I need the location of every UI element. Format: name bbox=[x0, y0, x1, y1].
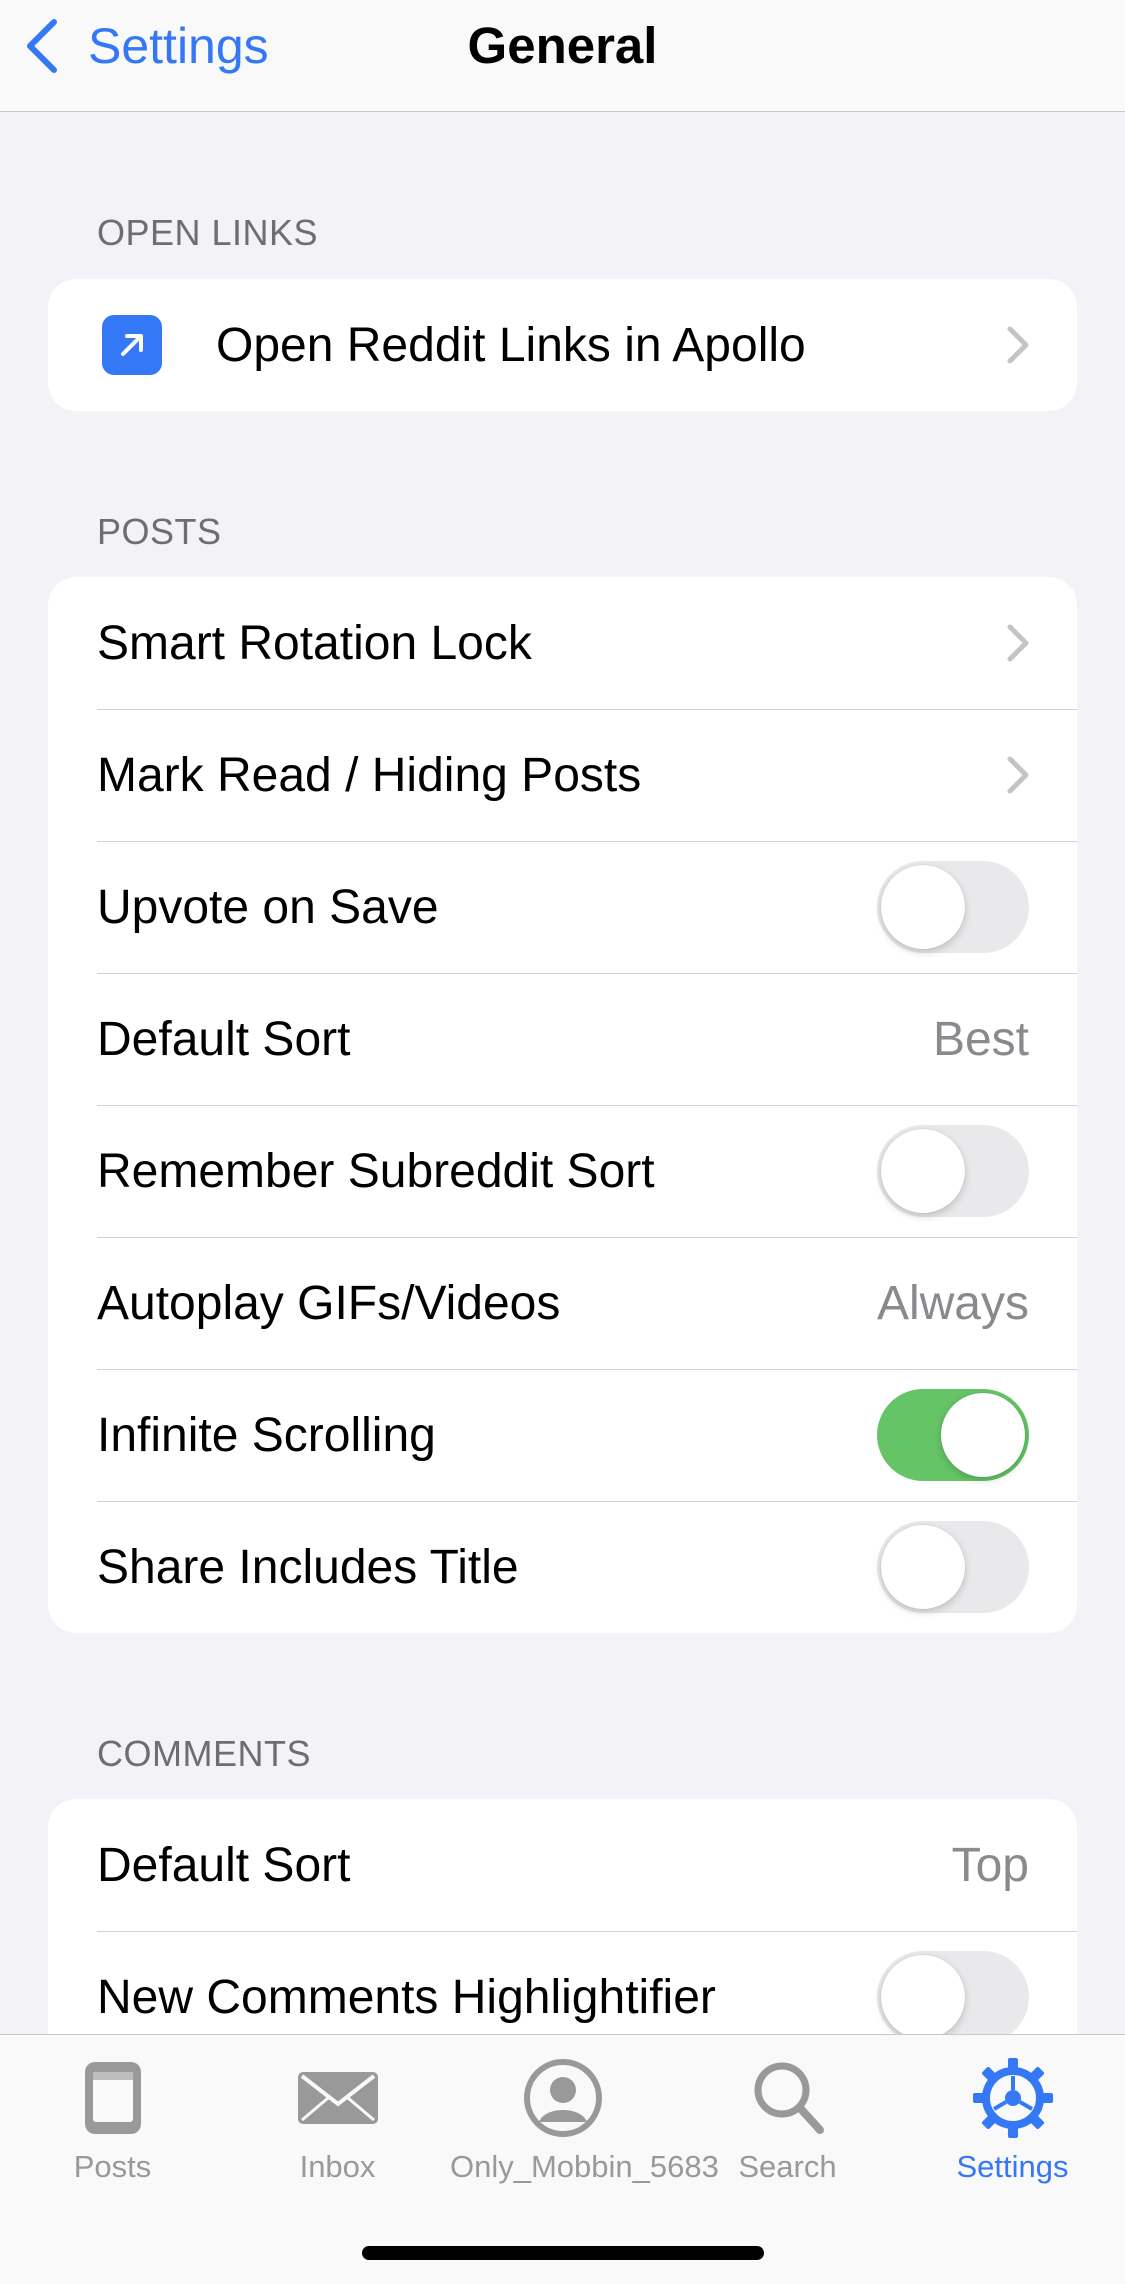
search-icon bbox=[675, 2053, 900, 2143]
smart-rotation-lock-row[interactable]: Smart Rotation Lock bbox=[48, 577, 1077, 709]
share-includes-title-toggle[interactable] bbox=[877, 1521, 1029, 1613]
posts-icon bbox=[0, 2053, 225, 2143]
profile-icon bbox=[450, 2053, 675, 2143]
settings-gear-icon bbox=[900, 2053, 1125, 2143]
comments-default-sort-row[interactable]: Default Sort Top bbox=[48, 1799, 1077, 1931]
autoplay-gifs-videos-row[interactable]: Autoplay GIFs/Videos Always bbox=[48, 1237, 1077, 1369]
toggle-knob bbox=[881, 1129, 965, 1213]
infinite-scrolling-toggle[interactable] bbox=[877, 1389, 1029, 1481]
arrow-up-right-icon bbox=[102, 315, 162, 375]
tab-label: Only_Mobbin_5683 bbox=[450, 2149, 719, 2184]
inbox-icon bbox=[225, 2053, 450, 2143]
home-indicator bbox=[362, 2246, 764, 2260]
tab-posts[interactable]: Posts bbox=[0, 2053, 225, 2185]
tab-inbox[interactable]: Inbox bbox=[225, 2053, 450, 2185]
chevron-right-icon bbox=[1007, 756, 1029, 794]
row-label: Default Sort bbox=[97, 1838, 351, 1892]
chevron-right-icon bbox=[1007, 326, 1029, 364]
section-header-posts: POSTS bbox=[97, 511, 222, 552]
page-title: General bbox=[467, 17, 658, 74]
tab-label: Posts bbox=[73, 2149, 152, 2184]
default-sort-value: Best bbox=[932, 1012, 1029, 1066]
section-header-comments: COMMENTS bbox=[97, 1733, 311, 1774]
tab-search[interactable]: Search bbox=[675, 2053, 900, 2185]
default-sort-value: Top bbox=[951, 1838, 1029, 1892]
row-label: Mark Read / Hiding Posts bbox=[97, 748, 642, 802]
tab-settings[interactable]: Settings bbox=[900, 2053, 1125, 2185]
comments-group: Default Sort Top New Comments Highlighti… bbox=[48, 1799, 1077, 2063]
posts-default-sort-row[interactable]: Default Sort Best bbox=[48, 973, 1077, 1105]
posts-group: Smart Rotation Lock Mark Read / Hiding P… bbox=[48, 577, 1077, 1633]
remember-subreddit-sort-row: Remember Subreddit Sort bbox=[48, 1105, 1077, 1237]
row-label: Default Sort bbox=[97, 1012, 351, 1066]
autoplay-value: Always bbox=[876, 1276, 1029, 1330]
chevron-right-icon bbox=[1007, 624, 1029, 662]
upvote-on-save-row: Upvote on Save bbox=[48, 841, 1077, 973]
new-comments-highlightifier-toggle[interactable] bbox=[877, 1951, 1029, 2043]
tab-label: Settings bbox=[956, 2149, 1069, 2184]
tab-label: Search bbox=[738, 2149, 837, 2184]
share-includes-title-row: Share Includes Title bbox=[48, 1501, 1077, 1633]
toggle-knob bbox=[881, 1955, 965, 2039]
tab-label: Inbox bbox=[299, 2149, 376, 2184]
mark-read-hiding-posts-row[interactable]: Mark Read / Hiding Posts bbox=[48, 709, 1077, 841]
row-label: Open Reddit Links in Apollo bbox=[216, 318, 806, 372]
open-reddit-links-row[interactable]: Open Reddit Links in Apollo bbox=[48, 279, 1077, 411]
navigation-bar: Settings General bbox=[0, 0, 1125, 112]
remember-subreddit-sort-toggle[interactable] bbox=[877, 1125, 1029, 1217]
section-header-open-links: OPEN LINKS bbox=[97, 212, 319, 253]
row-label: Infinite Scrolling bbox=[97, 1408, 436, 1462]
tab-profile[interactable]: Only_Mobbin_5683 bbox=[450, 2053, 719, 2185]
toggle-knob bbox=[881, 1525, 965, 1609]
toggle-knob bbox=[941, 1393, 1025, 1477]
row-label: Share Includes Title bbox=[97, 1540, 519, 1594]
row-label: Remember Subreddit Sort bbox=[97, 1144, 655, 1198]
row-label: Smart Rotation Lock bbox=[97, 616, 532, 670]
row-label: Upvote on Save bbox=[97, 880, 439, 934]
open-links-group: Open Reddit Links in Apollo bbox=[48, 279, 1077, 411]
infinite-scrolling-row: Infinite Scrolling bbox=[48, 1369, 1077, 1501]
row-label: New Comments Highlightifier bbox=[97, 1970, 716, 2024]
toggle-knob bbox=[881, 865, 965, 949]
row-label: Autoplay GIFs/Videos bbox=[97, 1276, 561, 1330]
upvote-on-save-toggle[interactable] bbox=[877, 861, 1029, 953]
